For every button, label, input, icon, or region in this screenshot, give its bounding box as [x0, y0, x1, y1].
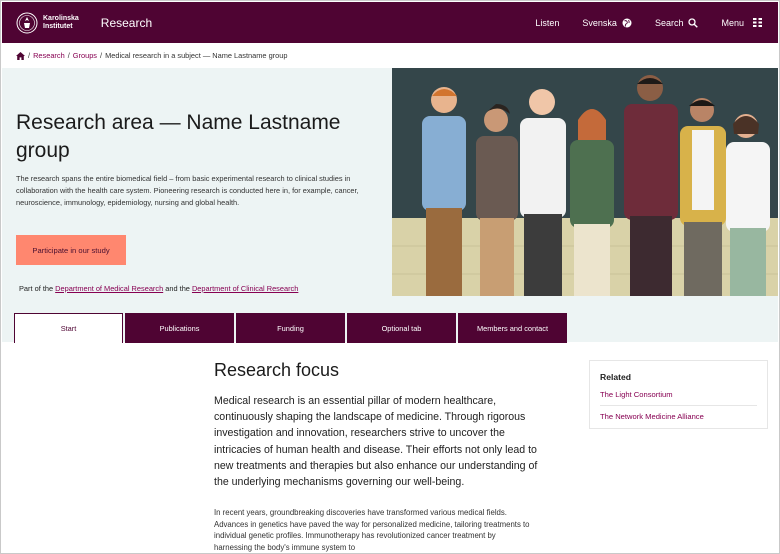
browser-frame: Karolinska Institutet Research Listen Sv… [0, 0, 780, 554]
breadcrumb-separator: / [28, 51, 31, 60]
hero-section: Research area — Name Lastname group The … [2, 68, 778, 342]
menu-button[interactable]: Menu [721, 18, 762, 28]
site-title[interactable]: Research [101, 16, 152, 30]
breadcrumb-separator: / [100, 51, 103, 60]
breadcrumb-groups[interactable]: Groups [73, 51, 97, 60]
breadcrumb-research[interactable]: Research [33, 51, 65, 60]
research-focus-lead: Medical research is an essential pillar … [214, 395, 538, 489]
partof-mid: and the [163, 284, 192, 293]
header-actions: Listen Svenska Search Menu [512, 18, 762, 28]
listen-button[interactable]: Listen [535, 18, 559, 28]
person-figure [680, 98, 726, 296]
logo-text: Karolinska Institutet [43, 15, 79, 31]
tab-publications[interactable]: Publications [125, 313, 234, 343]
search-label: Search [654, 17, 684, 28]
listen-label: Listen [535, 17, 560, 28]
hero-description: The research spans the entire biomedical… [16, 174, 359, 207]
breadcrumb: / Research / Groups / Medical research i… [16, 51, 287, 60]
language-button[interactable]: Svenska [582, 18, 632, 28]
search-icon [688, 17, 699, 28]
tab-bar: Start Publications Funding Optional tab … [14, 313, 569, 343]
person-figure [520, 89, 566, 296]
related-link-light-consortium[interactable]: The Light Consortium [600, 390, 757, 406]
research-focus-heading: Research focus [214, 360, 340, 380]
logo-line1: Karolinska [43, 14, 79, 22]
seal-icon [16, 12, 38, 33]
language-label: Svenska [582, 17, 617, 28]
part-of-text: Part of the Department of Medical Resear… [19, 284, 298, 293]
globe-icon [622, 18, 632, 27]
dept-medical-research-link[interactable]: Department of Medical Research [55, 284, 163, 293]
group-photo [392, 68, 778, 296]
tab-funding[interactable]: Funding [236, 313, 345, 343]
related-box: Related The Light Consortium The Network… [589, 360, 768, 429]
ki-logo[interactable]: Karolinska Institutet [16, 12, 79, 34]
site-header: Karolinska Institutet Research Listen Sv… [2, 2, 778, 43]
tab-members-contact[interactable]: Members and contact [458, 313, 567, 343]
dept-clinical-research-link[interactable]: Department of Clinical Research [192, 284, 298, 293]
search-button[interactable]: Search [655, 18, 699, 28]
breadcrumb-separator: / [67, 51, 70, 60]
person-figure [624, 75, 678, 296]
menu-label: Menu [721, 17, 744, 28]
breadcrumb-current: Medical research in a subject — Name Las… [105, 51, 288, 60]
home-icon[interactable] [16, 51, 25, 60]
tab-optional[interactable]: Optional tab [347, 313, 456, 343]
logo-line2: Institutet [43, 22, 73, 30]
page-title: Research area — Name Lastname group [16, 111, 341, 162]
research-focus-body: In recent years, groundbreaking discover… [214, 508, 530, 552]
person-figure [422, 87, 466, 296]
related-heading: Related [600, 372, 632, 382]
partof-prefix: Part of the [19, 284, 56, 293]
tab-start[interactable]: Start [14, 313, 123, 343]
related-link-network-medicine[interactable]: The Network Medicine Alliance [600, 412, 757, 427]
grid-menu-icon [753, 18, 762, 27]
participate-button[interactable]: Participate in our study [16, 235, 126, 265]
